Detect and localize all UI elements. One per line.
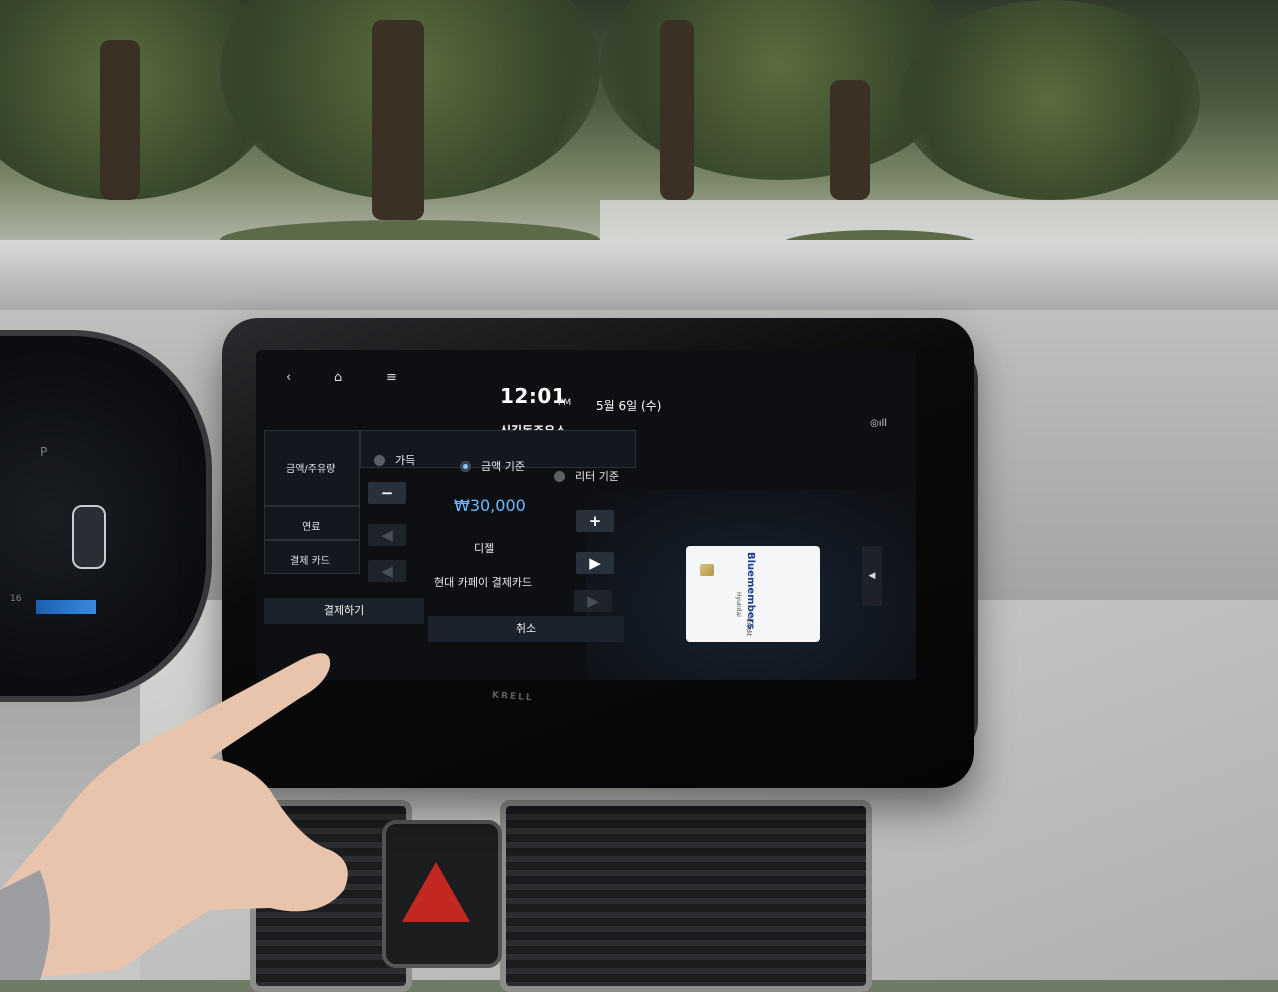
clock: 12:01	[500, 384, 567, 408]
card-type: Credit	[745, 618, 752, 637]
fuel-next-button[interactable]: ▶	[576, 552, 614, 574]
fuel-prev-button[interactable]: ◀	[368, 524, 406, 546]
option-full[interactable]: 가득	[374, 452, 415, 468]
signal-icon: ◎ıll	[870, 418, 888, 429]
air-vent-right	[500, 800, 872, 992]
increase-button[interactable]: +	[576, 510, 614, 532]
gear-indicator: P	[40, 445, 48, 459]
option-liter[interactable]: 리터 기준	[554, 468, 619, 484]
option-label: 금액 기준	[481, 460, 525, 473]
pay-button[interactable]: 결제하기	[264, 598, 424, 624]
card-value: 현대 카페이 결제카드	[434, 576, 533, 589]
amount-row-label: 금액/주유량	[286, 464, 336, 475]
tree-trunk	[372, 20, 424, 220]
side-panel-tab[interactable]: ◀	[862, 546, 882, 606]
pointing-hand	[0, 653, 348, 980]
option-amount[interactable]: 금액 기준	[460, 458, 525, 474]
fuel-value: 디젤	[474, 542, 495, 555]
radio-icon	[554, 470, 565, 482]
cluster-gauge-bar	[36, 600, 96, 614]
option-label: 리터 기준	[575, 470, 619, 483]
home-icon[interactable]: ⌂	[334, 370, 342, 385]
infotainment-screen: ‹ ⌂ ≡ 12:01 PM 5월 6일 (수) ◎ıll 신길동주유소 금액/…	[256, 350, 916, 680]
back-icon[interactable]: ‹	[286, 370, 291, 385]
decrease-button[interactable]: −	[368, 482, 406, 504]
hazard-icon	[402, 862, 470, 922]
status-bar: ‹ ⌂ ≡	[256, 350, 916, 402]
tree-trunk	[830, 80, 870, 200]
option-label: 가득	[395, 454, 416, 467]
clock-ampm: PM	[558, 398, 572, 408]
payment-card: Bluemembers Hyundai	[686, 546, 820, 642]
card-chip-icon	[700, 564, 714, 576]
card-prev-button[interactable]: ◀	[368, 560, 406, 582]
card-issuer: Hyundai	[735, 592, 742, 617]
date: 5월 6일 (수)	[596, 399, 662, 413]
menu-icon[interactable]: ≡	[386, 370, 397, 385]
card-next-button[interactable]: ▶	[574, 590, 612, 612]
amount-value: ₩30,000	[454, 496, 526, 515]
cluster-small-number: 16	[10, 594, 22, 604]
dashboard-top	[0, 240, 1278, 310]
radio-selected-icon	[460, 460, 471, 472]
tree-trunk	[100, 40, 140, 200]
fuel-label: 연료	[302, 522, 321, 533]
tree-foliage	[900, 0, 1200, 200]
card-label: 결제 카드	[290, 556, 330, 567]
cancel-button[interactable]: 취소	[428, 616, 624, 642]
tree-trunk	[660, 20, 694, 200]
radio-icon	[374, 454, 385, 466]
car-status-icon	[72, 505, 106, 569]
